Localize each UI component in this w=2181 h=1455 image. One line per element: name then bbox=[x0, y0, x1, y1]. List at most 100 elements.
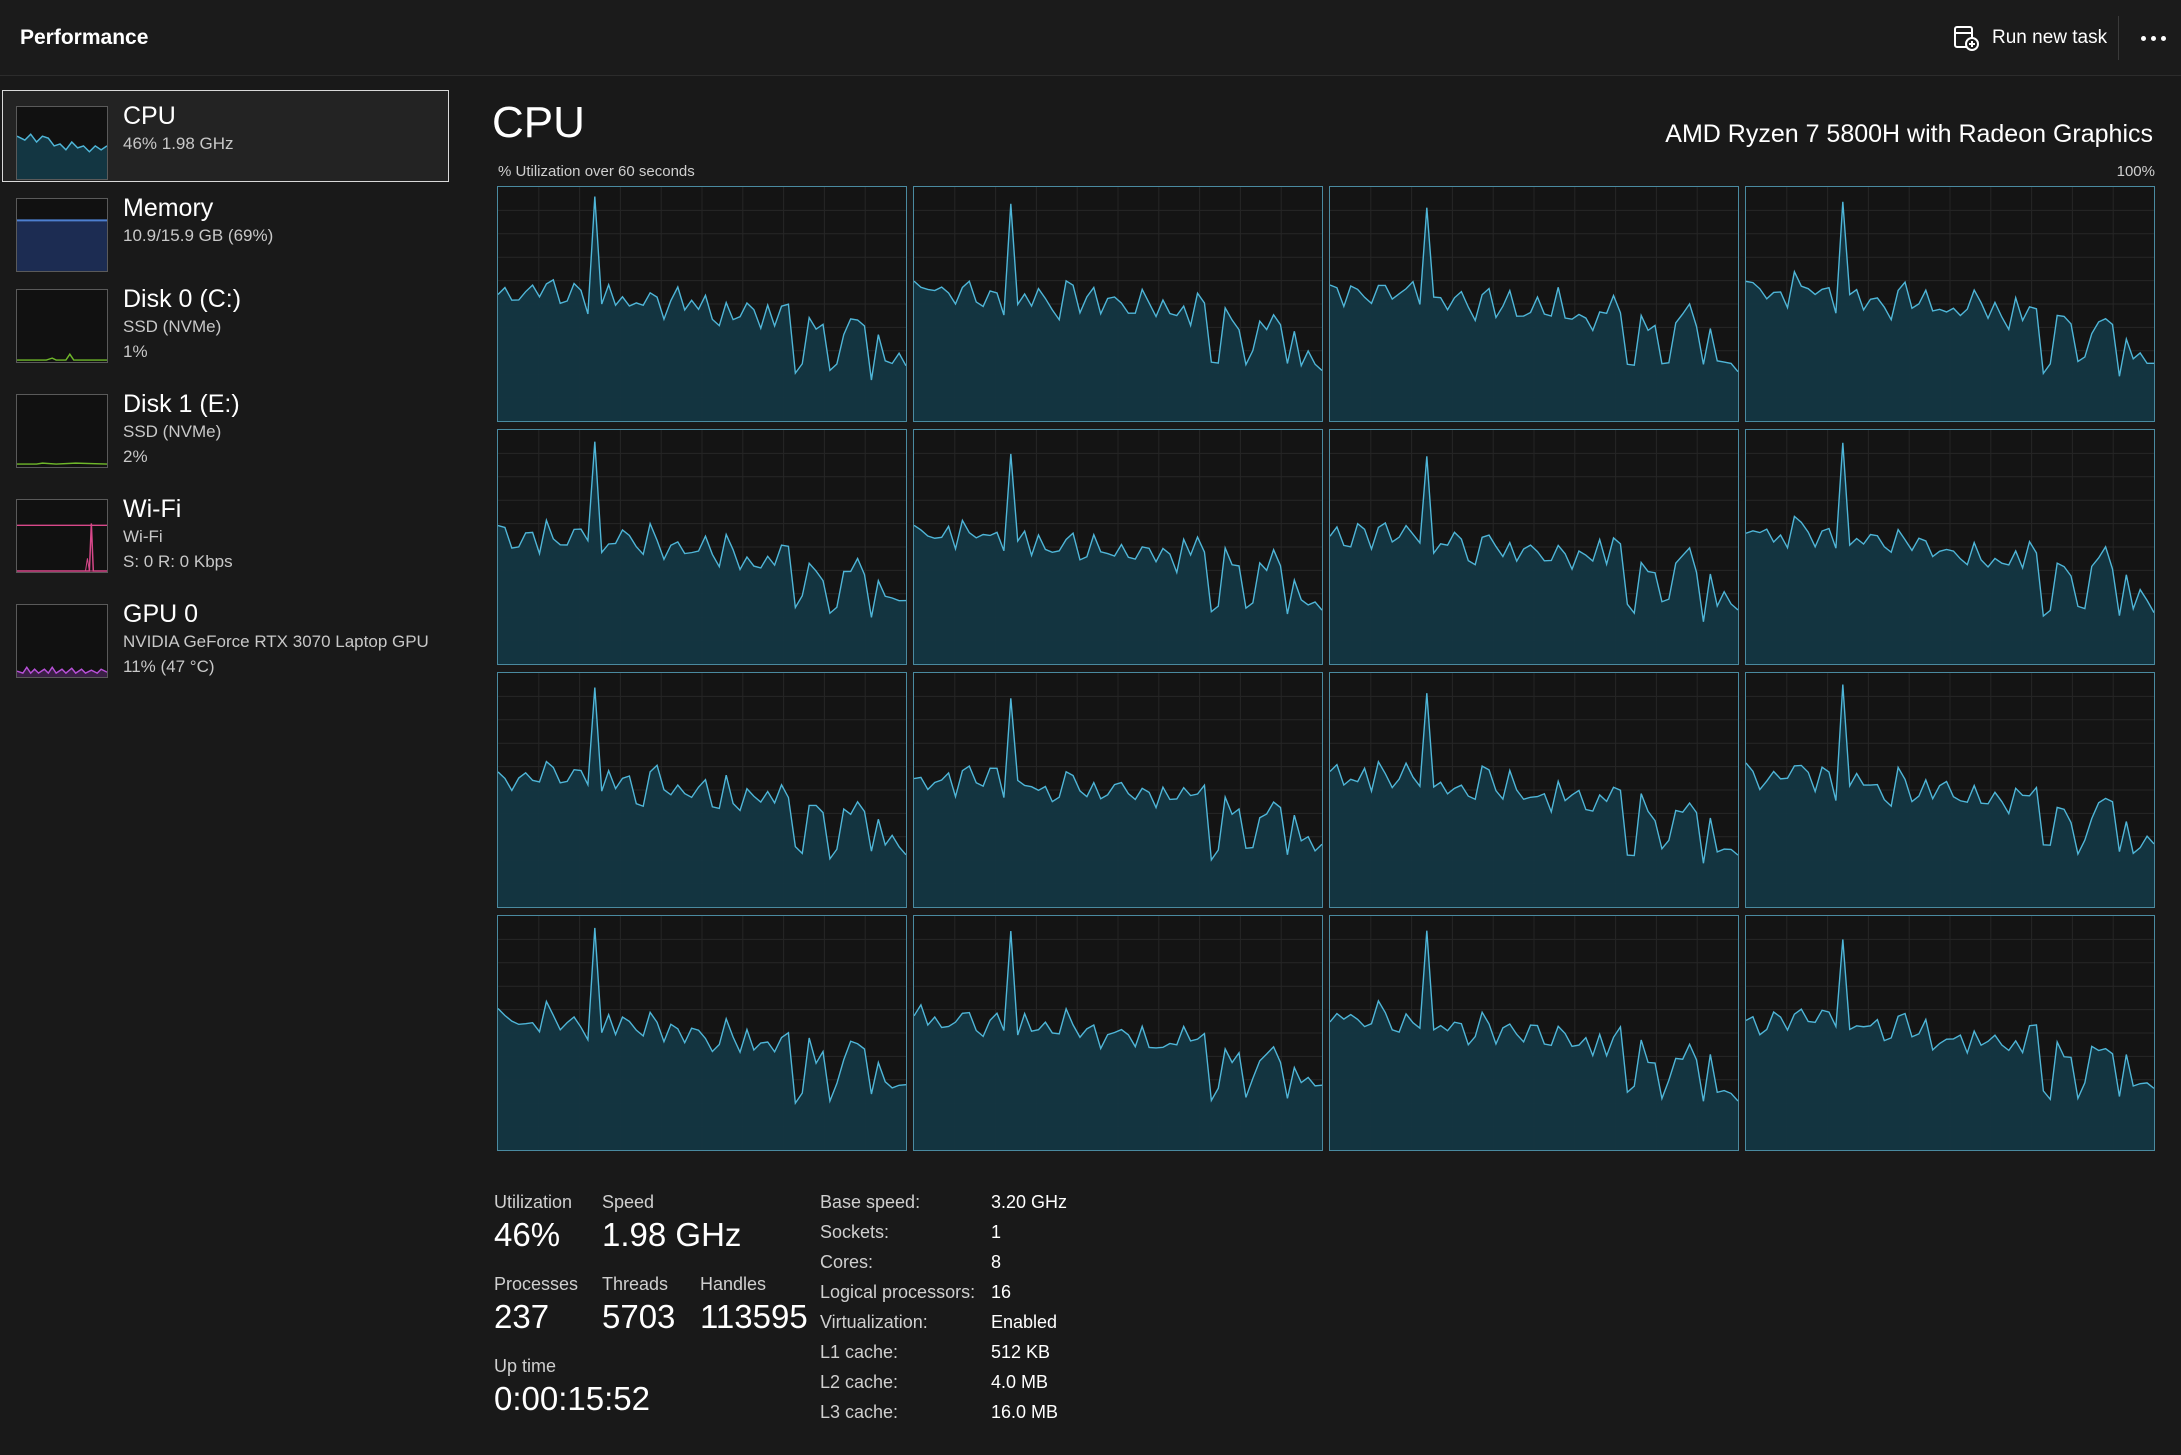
sidebar-item-gpu-0[interactable]: GPU 0 NVIDIA GeForce RTX 3070 Laptop GPU… bbox=[2, 588, 449, 680]
stat-label: Processes bbox=[494, 1274, 579, 1294]
logical-processor-graph bbox=[1329, 672, 1739, 908]
spec-row: L2 cache: 4.0 MB bbox=[820, 1370, 1067, 1400]
logical-processor-graph bbox=[1745, 186, 2155, 422]
cpu-spec-table: Base speed: 3.20 GHz Sockets: 1 Cores: 8 Lo… bbox=[820, 1190, 1067, 1430]
main-title: CPU bbox=[492, 98, 585, 147]
spec-row: Logical processors: 16 bbox=[820, 1280, 1067, 1310]
page-title: Performance bbox=[20, 26, 149, 49]
sidebar-item-name: Memory bbox=[123, 194, 214, 222]
threads-stat: Threads 5703 bbox=[602, 1272, 675, 1338]
logical-processor-graph bbox=[913, 186, 1323, 422]
memory-thumbnail-graph bbox=[16, 198, 108, 272]
sidebar-item-disk-1[interactable]: Disk 1 (E:) SSD (NVMe) 2% bbox=[2, 378, 449, 470]
logical-processor-graph bbox=[1745, 429, 2155, 665]
stat-label: Utilization bbox=[494, 1192, 573, 1212]
logical-processor-graph bbox=[913, 429, 1323, 665]
stat-value: 46% bbox=[494, 1216, 561, 1253]
run-task-label: Run new task bbox=[1992, 27, 2108, 48]
sidebar-item-detail: 10.9/15.9 GB (69%) bbox=[123, 226, 274, 245]
logical-processor-graph bbox=[497, 915, 907, 1151]
more-dots-icon bbox=[2140, 35, 2146, 41]
sidebar-item-usage: S: 0 R: 0 Kbps bbox=[123, 552, 233, 571]
header-divider bbox=[2118, 16, 2119, 60]
handles-stat: Handles 113595 bbox=[700, 1272, 808, 1338]
sidebar-item-name: CPU bbox=[123, 102, 176, 130]
logical-processor-graph-grid bbox=[497, 186, 2155, 1153]
stat-value: 237 bbox=[494, 1298, 550, 1335]
graph-caption: % Utilization over 60 seconds bbox=[498, 163, 695, 180]
utilization-stat: Utilization 46% bbox=[494, 1190, 572, 1256]
stat-label: Up time bbox=[494, 1356, 557, 1376]
sidebar-item-memory[interactable]: Memory 10.9/15.9 GB (69%) bbox=[2, 182, 449, 274]
stat-value: 0:00:15:52 bbox=[494, 1380, 650, 1417]
disk-0-thumbnail-graph bbox=[16, 289, 108, 363]
logical-processor-graph bbox=[913, 915, 1323, 1151]
processes-stat: Processes 237 bbox=[494, 1272, 578, 1338]
sidebar-item-name: GPU 0 bbox=[123, 600, 199, 628]
sidebar-item-name: Disk 1 (E:) bbox=[123, 390, 240, 418]
logical-processor-graph bbox=[497, 429, 907, 665]
run-new-task-button[interactable]: Run new task bbox=[1944, 16, 2115, 60]
logical-processor-graph bbox=[1329, 915, 1739, 1151]
spec-label: Cores: bbox=[820, 1252, 874, 1272]
spec-row: L1 cache: 512 KB bbox=[820, 1340, 1067, 1370]
logical-processor-graph bbox=[1329, 186, 1739, 422]
spec-label: L3 cache: bbox=[820, 1402, 899, 1422]
spec-row: Sockets: 1 bbox=[820, 1220, 1067, 1250]
spec-label: Base speed: bbox=[820, 1192, 921, 1212]
logical-processor-graph bbox=[913, 672, 1323, 908]
spec-value: Enabled bbox=[991, 1312, 1058, 1332]
sidebar-item-usage: 11% (47 °C) bbox=[123, 657, 215, 676]
sidebar-item-usage: 1% bbox=[123, 342, 148, 361]
speed-stat: Speed 1.98 GHz bbox=[602, 1190, 741, 1256]
cpu-model-name: AMD Ryzen 7 5800H with Radeon Graphics bbox=[1665, 120, 2153, 148]
spec-label: Logical processors: bbox=[820, 1282, 976, 1302]
logical-processor-graph bbox=[1745, 915, 2155, 1151]
spec-value: 512 KB bbox=[991, 1342, 1051, 1362]
stat-value: 113595 bbox=[700, 1298, 808, 1335]
sidebar-item-detail: 46% 1.98 GHz bbox=[123, 134, 234, 153]
cpu-thumbnail-graph bbox=[16, 106, 108, 180]
logical-processor-graph bbox=[497, 186, 907, 422]
stat-label: Threads bbox=[602, 1274, 669, 1294]
sidebar-item-detail: NVIDIA GeForce RTX 3070 Laptop GPU bbox=[123, 632, 429, 651]
spec-value: 3.20 GHz bbox=[991, 1192, 1068, 1212]
spec-row: L3 cache: 16.0 MB bbox=[820, 1400, 1067, 1430]
spec-value: 4.0 MB bbox=[991, 1372, 1049, 1392]
stat-label: Speed bbox=[602, 1192, 655, 1212]
sidebar-item-wifi[interactable]: Wi-Fi Wi-Fi S: 0 R: 0 Kbps bbox=[2, 483, 449, 575]
spec-label: Sockets: bbox=[820, 1222, 890, 1242]
sidebar-item-cpu[interactable]: CPU 46% 1.98 GHz bbox=[2, 90, 449, 182]
gpu-0-thumbnail-graph bbox=[16, 604, 108, 678]
sidebar-item-usage: 2% bbox=[123, 447, 148, 466]
logical-processor-graph bbox=[1329, 429, 1739, 665]
stat-value: 1.98 GHz bbox=[602, 1216, 742, 1253]
spec-value: 16.0 MB bbox=[991, 1402, 1059, 1422]
sidebar-item-detail: Wi-Fi bbox=[123, 527, 163, 546]
spec-row: Base speed: 3.20 GHz bbox=[820, 1190, 1067, 1220]
spec-label: L2 cache: bbox=[820, 1372, 899, 1392]
uptime-stat: Up time 0:00:15:52 bbox=[494, 1354, 650, 1420]
stat-value: 5703 bbox=[602, 1298, 676, 1335]
sidebar-item-detail: SSD (NVMe) bbox=[123, 422, 222, 441]
task-manager-window: Performance Run new task CPU 46% 1.98 GH… bbox=[0, 0, 2181, 1455]
stat-label: Handles bbox=[700, 1274, 767, 1294]
graph-max-label: 100% bbox=[2116, 163, 2155, 180]
logical-processor-graph bbox=[497, 672, 907, 908]
logical-processor-graph bbox=[1745, 672, 2155, 908]
sidebar-item-name: Wi-Fi bbox=[123, 495, 182, 523]
sidebar-item-disk-0[interactable]: Disk 0 (C:) SSD (NVMe) 1% bbox=[2, 273, 449, 365]
run-task-icon bbox=[1954, 26, 1979, 51]
spec-value: 16 bbox=[991, 1282, 1012, 1302]
sidebar-item-name: Disk 0 (C:) bbox=[123, 285, 242, 313]
spec-row: Cores: 8 bbox=[820, 1250, 1067, 1280]
wifi-thumbnail-graph bbox=[16, 499, 108, 573]
more-options-button[interactable] bbox=[2132, 18, 2174, 58]
spec-row: Virtualization: Enabled bbox=[820, 1310, 1067, 1340]
title-bar: Performance Run new task bbox=[0, 0, 2181, 76]
spec-label: Virtualization: bbox=[820, 1312, 928, 1332]
disk-1-thumbnail-graph bbox=[16, 394, 108, 468]
spec-value: 8 bbox=[991, 1252, 1002, 1272]
spec-value: 1 bbox=[991, 1222, 1002, 1242]
sidebar-item-detail: SSD (NVMe) bbox=[123, 317, 222, 336]
